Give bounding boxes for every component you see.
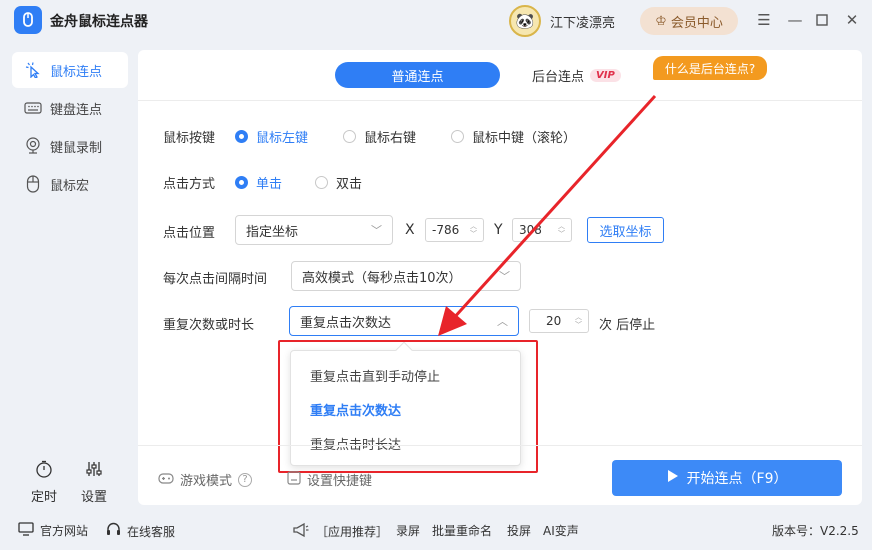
app-recommend: ［应用推荐］: [292, 522, 388, 541]
app-link-screen-record[interactable]: 录屏: [396, 522, 420, 539]
game-mode-toggle[interactable]: 游戏模式 ?: [158, 470, 253, 489]
footer-divider: [138, 445, 862, 446]
official-website-link[interactable]: 官方网站: [18, 522, 88, 539]
game-mode-label: 游戏模式: [180, 474, 233, 489]
start-clicking-button[interactable]: 开始连点（F9）: [612, 460, 842, 496]
online-support-link[interactable]: 在线客服: [106, 522, 175, 540]
monitor-icon: [18, 522, 34, 539]
shortcut-icon: [287, 470, 301, 489]
shortcut-setting-button[interactable]: 设置快捷键: [287, 470, 372, 489]
official-website-label: 官方网站: [40, 524, 89, 538]
shortcut-label: 设置快捷键: [307, 474, 373, 489]
start-button-label: 开始连点（F9）: [686, 471, 788, 487]
version-label: 版本号：V2.2.5: [772, 524, 859, 538]
headset-icon: [106, 522, 121, 540]
app-recommend-label: ［应用推荐］: [316, 525, 389, 539]
play-icon: [667, 469, 679, 487]
megaphone-icon: [292, 522, 310, 541]
help-circle-icon[interactable]: ?: [238, 472, 253, 487]
online-support-label: 在线客服: [127, 524, 176, 539]
gamepad-icon: [158, 471, 174, 489]
app-link-screen-cast[interactable]: 投屏: [507, 522, 531, 539]
app-link-ai-voice[interactable]: AI变声: [543, 522, 579, 539]
app-link-batch-rename[interactable]: 批量重命名: [432, 522, 492, 539]
